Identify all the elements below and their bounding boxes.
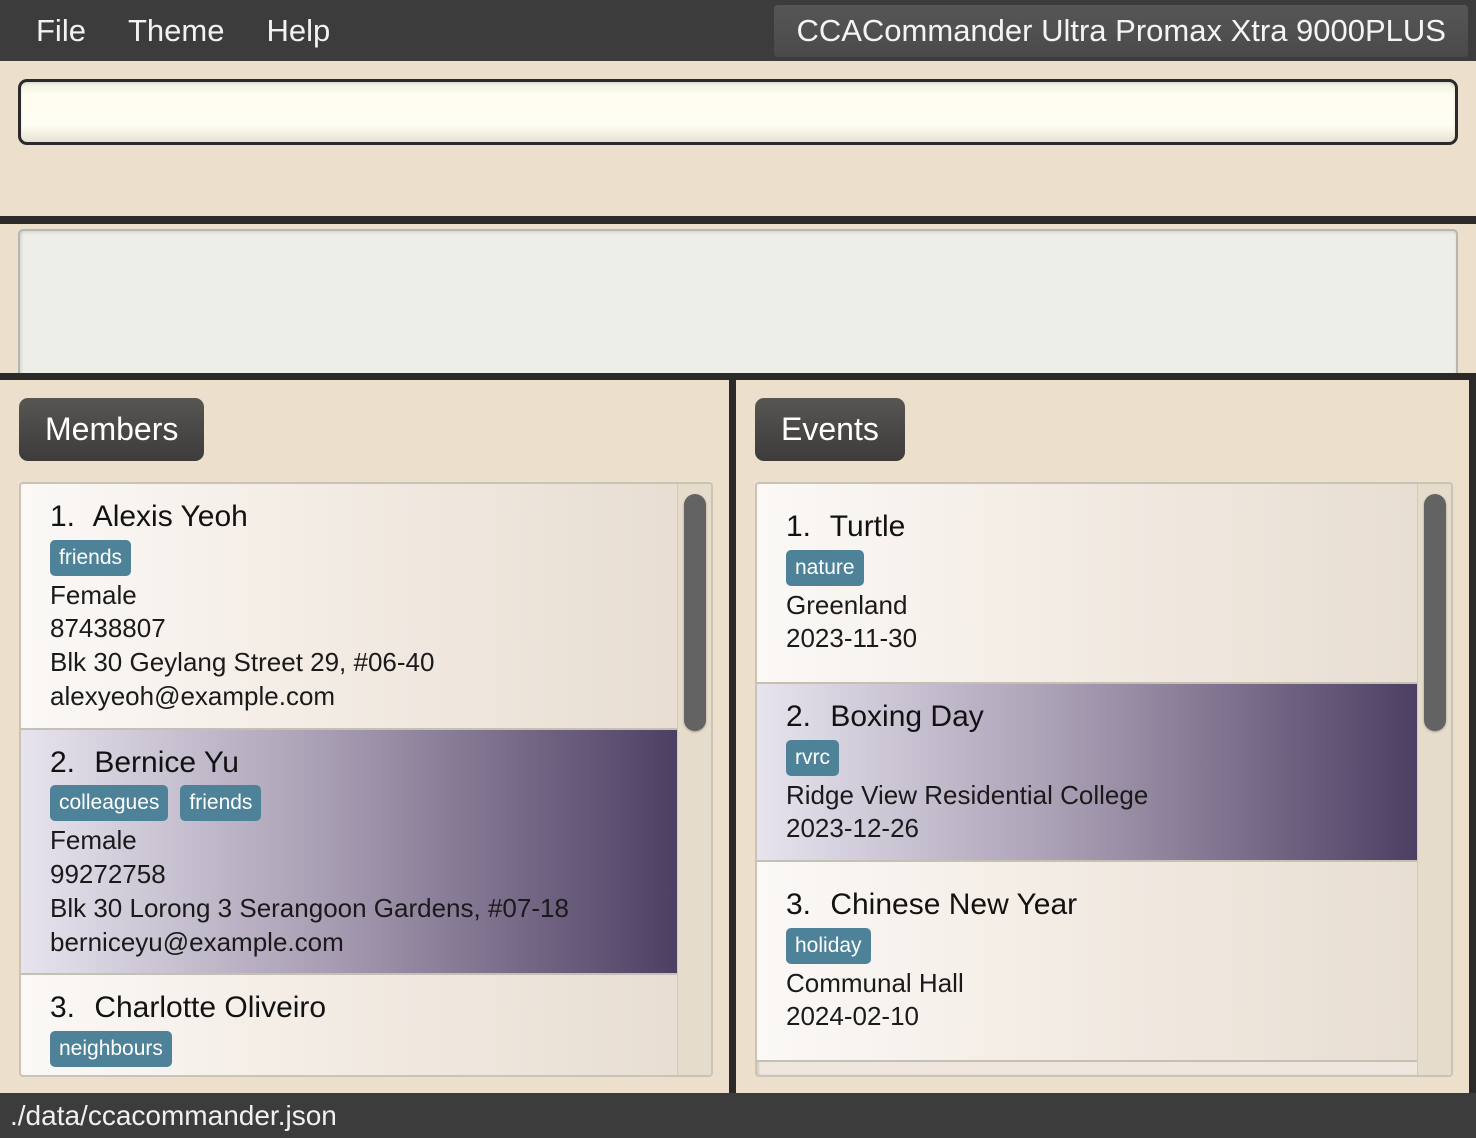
tag-badge: friends — [50, 540, 131, 576]
event-card-index: 3. — [786, 888, 822, 923]
event-card[interactable]: 3. Chinese New Year holidayCommunal Hall2… — [757, 862, 1417, 1062]
event-card-title: 3. Chinese New Year — [786, 888, 1393, 923]
member-tag-row: neighbours — [50, 1031, 653, 1067]
status-bar: ./data/ccacommander.json — [0, 1093, 1476, 1138]
tag-badge: friends — [180, 785, 261, 821]
menu-item-help[interactable]: Help — [256, 9, 340, 52]
tag-badge: holiday — [786, 928, 871, 964]
event-location: Ridge View Residential College — [786, 779, 1393, 813]
menu-bar: File Theme Help CCACommander Ultra Proma… — [0, 0, 1476, 61]
event-location: Greenland — [786, 589, 1393, 623]
member-email: alexyeoh@example.com — [50, 680, 653, 714]
member-phone: 99272758 — [50, 858, 653, 892]
event-card[interactable]: 2. Boxing Day rvrcRidge View Residential … — [757, 684, 1417, 862]
member-gender: Female — [50, 1070, 653, 1075]
command-result-separator — [0, 216, 1476, 224]
event-tag-row: holiday — [786, 928, 1393, 964]
tag-badge: neighbours — [50, 1031, 172, 1067]
events-panel-header: Events — [755, 398, 905, 461]
events-list[interactable]: 1. Turtle natureGreenland2023-11-30 2. Box… — [757, 484, 1417, 1075]
member-tag-row: colleagues friends — [50, 785, 653, 821]
event-card-title: 1. Turtle — [786, 510, 1393, 545]
event-date: 2023-11-30 — [786, 622, 1393, 656]
tag-badge: nature — [786, 550, 864, 586]
event-tag-row: rvrc — [786, 740, 1393, 776]
events-panel: Events 1. Turtle natureGreenland2023-11-3… — [736, 380, 1476, 1093]
members-panel-header: Members — [19, 398, 204, 461]
panels-container: Members 1. Alexis YeohfriendsFemale87438… — [0, 380, 1476, 1093]
member-card-index: 3. — [50, 991, 86, 1026]
member-card-title: 2. Bernice Yu — [50, 746, 653, 781]
menu-item-theme[interactable]: Theme — [118, 9, 234, 52]
tag-badge: rvrc — [786, 740, 839, 776]
event-tag-row: nature — [786, 550, 1393, 586]
command-box[interactable] — [18, 79, 1458, 145]
event-card[interactable]: 1. Turtle natureGreenland2023-11-30 — [757, 484, 1417, 684]
member-address: Blk 30 Geylang Street 29, #06-40 — [50, 646, 653, 680]
member-card-title: 3. Charlotte Oliveiro — [50, 991, 653, 1026]
member-gender: Female — [50, 579, 653, 613]
members-list[interactable]: 1. Alexis YeohfriendsFemale87438807Blk 3… — [21, 484, 677, 1075]
member-email: berniceyu@example.com — [50, 926, 653, 960]
events-scrollbar-thumb[interactable] — [1424, 494, 1446, 731]
member-card[interactable]: 1. Alexis Yeoh friendsFemale87438807Blk 3… — [21, 484, 677, 730]
top-section — [0, 61, 1476, 379]
members-list-frame: 1. Alexis YeohfriendsFemale87438807Blk 3… — [19, 482, 713, 1077]
event-card-title: 2. Boxing Day — [786, 700, 1393, 735]
member-card-index: 1. — [50, 500, 86, 535]
members-scrollbar[interactable] — [677, 484, 711, 1075]
event-location: Communal Hall — [786, 967, 1393, 1001]
member-card[interactable]: 3. Charlotte OliveironeighboursFemale932… — [21, 975, 677, 1075]
app-title: CCACommander Ultra Promax Xtra 9000PLUS — [774, 5, 1468, 57]
tag-badge: colleagues — [50, 785, 168, 821]
event-date: 2024-02-10 — [786, 1000, 1393, 1034]
member-card[interactable]: 2. Bernice Yu colleagues friendsFemale9927… — [21, 730, 677, 976]
application-window: File Theme Help CCACommander Ultra Proma… — [0, 0, 1476, 1138]
events-scrollbar[interactable] — [1417, 484, 1451, 1075]
member-address: Blk 30 Lorong 3 Serangoon Gardens, #07-1… — [50, 892, 653, 926]
command-input[interactable] — [37, 96, 1439, 129]
member-tag-row: friends — [50, 540, 653, 576]
member-phone: 87438807 — [50, 612, 653, 646]
members-panel: Members 1. Alexis YeohfriendsFemale87438… — [0, 380, 736, 1093]
status-bar-file-path: ./data/ccacommander.json — [0, 1100, 337, 1132]
member-card-index: 2. — [50, 746, 86, 781]
events-list-frame: 1. Turtle natureGreenland2023-11-30 2. Box… — [755, 482, 1453, 1077]
members-scrollbar-thumb[interactable] — [684, 494, 706, 731]
event-date: 2023-12-26 — [786, 812, 1393, 846]
member-gender: Female — [50, 824, 653, 858]
menu-item-file[interactable]: File — [26, 9, 96, 52]
event-card-index: 2. — [786, 700, 822, 735]
panels-top-divider — [0, 373, 1476, 380]
member-card-title: 1. Alexis Yeoh — [50, 500, 653, 535]
event-card-index: 1. — [786, 510, 822, 545]
